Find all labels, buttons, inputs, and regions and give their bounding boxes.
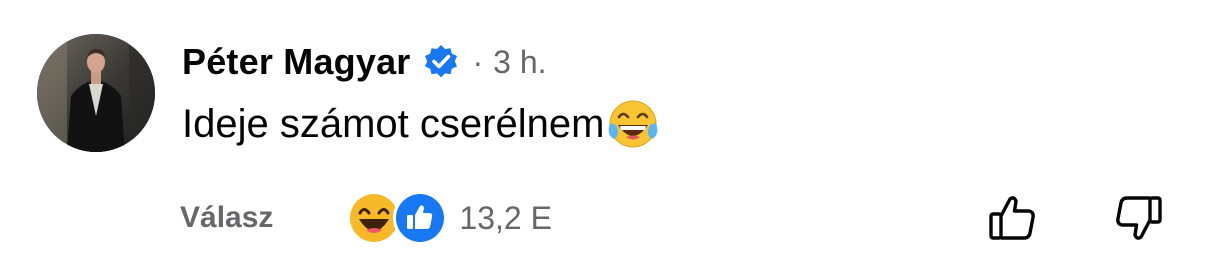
comment-text: Ideje számot cserélnem — [182, 101, 605, 146]
avatar[interactable] — [37, 34, 155, 152]
haha-reaction-icon — [349, 193, 399, 243]
like-reaction-icon — [393, 191, 448, 245]
thumbs-up-icon[interactable] — [985, 190, 1041, 246]
comment: Péter Magyar · 3 h. Ideje számot cseréln… — [0, 0, 1206, 265]
avatar-photo — [37, 34, 155, 152]
verified-badge-icon — [423, 44, 459, 80]
author-row: Péter Magyar · 3 h. — [182, 38, 547, 86]
comment-body: Ideje számot cserélnem — [182, 94, 662, 154]
timestamp[interactable]: 3 h. — [493, 44, 546, 81]
separator-dot: · — [472, 43, 484, 80]
reaction-count: 13,2 E — [459, 199, 552, 236]
author-name[interactable]: Péter Magyar — [182, 41, 411, 83]
reactions-summary[interactable]: 13,2 E — [349, 191, 552, 245]
thumbs-down-icon[interactable] — [1110, 190, 1166, 246]
comment-actions: Válasz 13,2 E — [180, 190, 552, 246]
face-with-tears-of-joy-icon — [604, 95, 662, 153]
reply-button[interactable]: Válasz — [180, 201, 273, 235]
